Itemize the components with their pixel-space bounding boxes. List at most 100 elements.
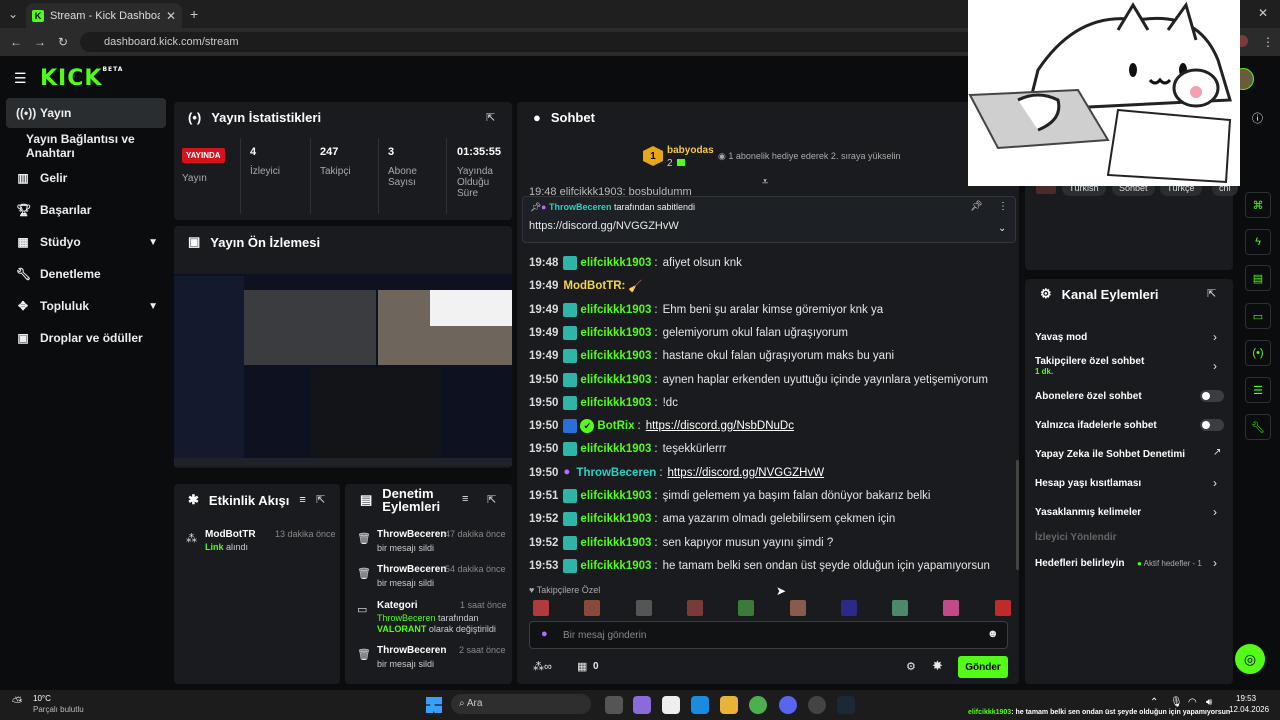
- emote-thumb[interactable]: [584, 600, 601, 616]
- obs-icon[interactable]: [808, 696, 826, 714]
- sidebar-item-droplar[interactable]: ▣ Droplar ve ödüller: [6, 323, 166, 353]
- reload-icon[interactable]: ↻: [58, 35, 68, 49]
- task-view-icon[interactable]: [605, 696, 623, 714]
- emote-thumb[interactable]: [892, 600, 909, 616]
- tab-list-icon[interactable]: ⌄: [8, 7, 18, 21]
- followers-mode[interactable]: Takipçilere özel sohbet: [1035, 356, 1144, 367]
- message-user[interactable]: elifcikkk1903: [580, 537, 651, 549]
- emotes-mode-toggle[interactable]: [1200, 419, 1224, 431]
- filter-icon[interactable]: ≡: [299, 494, 305, 506]
- message-user[interactable]: elifcikkk1903: [580, 327, 651, 339]
- send-button[interactable]: Gönder: [958, 656, 1008, 678]
- forward-icon[interactable]: →: [34, 35, 46, 49]
- account-age[interactable]: Hesap yaşı kısıtlaması: [1035, 478, 1141, 489]
- points-icon[interactable]: ⁂∞: [533, 660, 552, 673]
- pinned-user[interactable]: ThrowBeceren: [549, 202, 612, 212]
- pinned-link[interactable]: https://discord.gg/NVGGZHvW: [529, 220, 679, 232]
- message-user[interactable]: BotRix: [597, 420, 634, 432]
- chevron-right-icon[interactable]: ›: [1213, 556, 1217, 570]
- message-user[interactable]: ThrowBeceren: [576, 467, 656, 479]
- back-icon[interactable]: ←: [10, 35, 22, 49]
- message-user[interactable]: elifcikkk1903: [580, 350, 651, 362]
- slow-mode[interactable]: Yavaş mod: [1035, 332, 1087, 343]
- capture-icon[interactable]: ⌘: [1245, 192, 1271, 218]
- message-text[interactable]: https://discord.gg/NVGGZHvW: [668, 467, 825, 479]
- emote-thumb[interactable]: [686, 600, 703, 616]
- info-icon[interactable]: ⓘ: [1252, 110, 1263, 126]
- community-icon[interactable]: ✸: [932, 658, 943, 674]
- new-tab-icon[interactable]: +: [190, 6, 198, 22]
- wrench-icon[interactable]: 🔧︎: [1245, 414, 1271, 440]
- popout-icon[interactable]: ⇱: [487, 493, 496, 506]
- clock-date[interactable]: 12.04.2026: [1229, 705, 1269, 714]
- hamburger-icon[interactable]: ☰: [14, 70, 27, 87]
- menu-icon[interactable]: ⋮: [1262, 35, 1274, 49]
- document-icon[interactable]: ▤: [1245, 265, 1271, 291]
- sidebar-item-denetleme[interactable]: 🔧︎ Denetleme: [6, 259, 166, 289]
- filter-icon[interactable]: ≡: [462, 493, 468, 505]
- mic-tray-icon[interactable]: 🎙︎: [1170, 697, 1183, 708]
- discord-icon[interactable]: [779, 696, 797, 714]
- external-link-icon[interactable]: ↗: [1213, 447, 1221, 458]
- close-window-icon[interactable]: ✕: [1258, 6, 1268, 20]
- message-user[interactable]: elifcikkk1903: [580, 490, 651, 502]
- sliders-icon[interactable]: ☰: [1245, 377, 1271, 403]
- chevron-right-icon[interactable]: ›: [1213, 476, 1217, 490]
- sidebar-item-topluluk[interactable]: ✥ Topluluk ▼: [6, 291, 166, 321]
- emote-thumb[interactable]: [738, 600, 755, 616]
- emote-thumb[interactable]: [840, 600, 857, 616]
- message-user[interactable]: elifcikkk1903: [580, 374, 651, 386]
- popout-icon[interactable]: ⇱: [486, 111, 495, 124]
- emoji-icon[interactable]: ☻: [987, 628, 999, 640]
- popout-icon[interactable]: ⇱: [316, 493, 325, 506]
- banned-words[interactable]: Yasaklanmış kelimeler: [1035, 507, 1141, 518]
- sidebar-item-stream-key[interactable]: Yayın Bağlantısı ve Anahtarı: [16, 131, 176, 161]
- chevron-right-icon[interactable]: ›: [1213, 359, 1217, 373]
- chat-icon[interactable]: ▭: [1245, 303, 1271, 329]
- settings-icon[interactable]: ⚙: [906, 660, 916, 673]
- wifi-icon[interactable]: ◠: [1188, 697, 1197, 708]
- set-goals[interactable]: Hedefleri belirleyin: [1035, 558, 1124, 569]
- taskbar-search[interactable]: ⌕ Ara: [451, 694, 591, 714]
- support-icon[interactable]: ◎: [1235, 644, 1265, 674]
- copilot-icon[interactable]: [633, 696, 651, 714]
- activity-user[interactable]: ModBotTR: [205, 529, 256, 540]
- message-user[interactable]: elifcikkk1903: [580, 513, 651, 525]
- lightning-icon[interactable]: ϟ: [1245, 229, 1271, 255]
- tray-chevron-icon[interactable]: ⌃: [1150, 697, 1158, 708]
- emote-thumb[interactable]: [994, 600, 1011, 616]
- weather-desc[interactable]: Parçalı bulutlu: [33, 705, 84, 714]
- weather-temp[interactable]: 10°C: [33, 694, 51, 703]
- mod-user[interactable]: ThrowBeceren: [377, 645, 446, 656]
- store-icon[interactable]: [662, 696, 680, 714]
- more-icon[interactable]: ⋮: [998, 201, 1008, 212]
- browser-tab[interactable]: K Stream - Kick Dashboard ✕: [26, 3, 182, 28]
- emote-thumb[interactable]: [533, 600, 549, 616]
- message-text[interactable]: https://discord.gg/NsbDNuDc: [646, 420, 794, 432]
- popout-icon[interactable]: ⇱: [1207, 287, 1216, 300]
- emote-thumb[interactable]: [635, 600, 652, 616]
- ai-moderation[interactable]: Yapay Zeka ile Sohbet Denetimi: [1035, 449, 1185, 460]
- chrome-icon[interactable]: [749, 696, 767, 714]
- collapse-icon[interactable]: ⩡: [762, 176, 768, 189]
- close-tab-icon[interactable]: ✕: [166, 9, 176, 23]
- gifter-name[interactable]: babyodas: [667, 145, 714, 156]
- chevron-right-icon[interactable]: ›: [1213, 330, 1217, 344]
- message-user[interactable]: elifcikkk1903: [580, 304, 651, 316]
- unpin-icon[interactable]: 📌︎: [970, 201, 983, 212]
- kick-logo[interactable]: KICKBETA: [40, 66, 123, 91]
- mod-user[interactable]: ThrowBeceren: [377, 529, 446, 540]
- chat-scrollbar[interactable]: [1016, 460, 1019, 570]
- emote-thumb[interactable]: [789, 600, 806, 616]
- sidebar-item-studyo[interactable]: ▦ Stüdyo ▼: [6, 227, 166, 257]
- explorer-icon[interactable]: [720, 696, 738, 714]
- sidebar-item-gelir[interactable]: ▥ Gelir: [6, 163, 166, 193]
- edge-icon[interactable]: [691, 696, 709, 714]
- chevron-right-icon[interactable]: ›: [1213, 505, 1217, 519]
- broadcast-icon[interactable]: (•): [1245, 340, 1271, 366]
- store-icon[interactable]: ▦: [577, 660, 587, 673]
- mod-user[interactable]: ThrowBeceren: [377, 564, 446, 575]
- steam-icon[interactable]: [837, 696, 855, 714]
- message-user[interactable]: ModBotTR:: [563, 280, 625, 292]
- message-user[interactable]: elifcikkk1903: [580, 560, 651, 572]
